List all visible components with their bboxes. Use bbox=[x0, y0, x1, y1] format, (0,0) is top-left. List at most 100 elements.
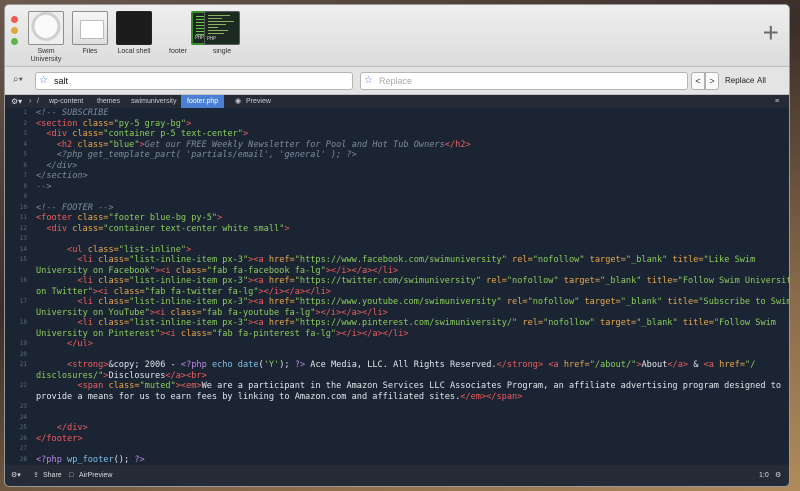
code-line[interactable]: University on Facebook"><i class="fab fa… bbox=[5, 266, 789, 277]
code-token: "_blank" bbox=[600, 276, 642, 286]
code-line[interactable]: provide a means for us to earn fees by l… bbox=[5, 392, 789, 403]
code-line[interactable]: 1 <!-- SUBSCRIBE bbox=[5, 108, 789, 119]
replace-button[interactable]: Replace bbox=[725, 72, 754, 90]
code-text: <div class="container text-center white … bbox=[36, 223, 289, 235]
find-input[interactable]: ☆ salt bbox=[35, 72, 353, 90]
code-line[interactable]: on Twitter"><i class="fab fa-twitter fa-… bbox=[5, 287, 789, 298]
code-line[interactable]: 3 <div class="container p-5 text-center"… bbox=[5, 129, 789, 140]
replace-input[interactable]: ☆ Replace bbox=[360, 72, 688, 90]
code-line[interactable]: 25 </div> bbox=[5, 423, 789, 434]
zoom-window-button[interactable] bbox=[11, 38, 18, 45]
code-token: "muted" bbox=[139, 381, 176, 391]
code-token: </footer> bbox=[36, 433, 83, 444]
code-line[interactable]: 9 bbox=[5, 192, 789, 203]
code-line[interactable]: 4 <h2 class="blue">Get our FREE Weekly N… bbox=[5, 140, 789, 151]
find-previous-button[interactable]: < bbox=[691, 72, 705, 90]
line-number: 3 bbox=[23, 130, 27, 137]
code-line[interactable]: 15 <li class="list-inline-item px-3"><a … bbox=[5, 255, 789, 266]
line-number: 22 bbox=[19, 382, 27, 389]
code-line[interactable]: 8 --> bbox=[5, 182, 789, 193]
gear-icon[interactable]: ⚙▾ bbox=[11, 465, 21, 486]
code-line[interactable]: 22 <span class="muted"><em>We are a part… bbox=[5, 381, 789, 392]
workspace-files[interactable]: Files bbox=[71, 11, 109, 65]
line-number: 18 bbox=[19, 319, 27, 326]
workspace-thumbnail bbox=[28, 11, 64, 45]
code-token: "fab fa-facebook fa-lg" bbox=[206, 265, 326, 276]
code-token: target= bbox=[558, 276, 601, 286]
code-line[interactable]: 2 <section class="py-5 gray-bg"> bbox=[5, 119, 789, 130]
code-token: ?> bbox=[134, 454, 145, 465]
code-token: <div bbox=[46, 223, 73, 234]
star-icon[interactable]: ☆ bbox=[364, 73, 373, 89]
preview-tab[interactable]: Preview bbox=[246, 95, 271, 108]
code-line[interactable]: 21 <strong>&copy; 2006 - <?php echo date… bbox=[5, 360, 789, 371]
split-view-icon[interactable]: ≡ bbox=[775, 95, 779, 108]
workspace-code[interactable]: PHP footer bbox=[159, 11, 227, 65]
code-line[interactable]: 27 bbox=[5, 444, 789, 455]
code-token: </div> bbox=[36, 160, 78, 171]
code-line[interactable]: 12 <div class="container text-center whi… bbox=[5, 224, 789, 235]
code-text: University on Facebook"><i class="fab fa… bbox=[36, 266, 398, 277]
code-token: "fab fa-twitter fa-lg" bbox=[144, 286, 259, 297]
breadcrumb-themes[interactable]: themes bbox=[97, 95, 120, 108]
line-number: 28 bbox=[19, 455, 27, 463]
code-token: <section bbox=[36, 118, 83, 129]
workspace-thumbnail bbox=[116, 11, 152, 45]
code-text: <!-- SUBSCRIBE bbox=[36, 108, 108, 119]
share-button[interactable]: Share bbox=[43, 465, 62, 486]
code-line[interactable]: 17 <li class="list-inline-item px-3"><a … bbox=[5, 297, 789, 308]
code-line[interactable]: 13 bbox=[5, 234, 789, 245]
code-text: <div class="container p-5 text-center"> bbox=[36, 129, 248, 140]
code-text: disclosures/">Disclosures</a><br> bbox=[36, 371, 207, 382]
code-token: <ul bbox=[67, 244, 88, 255]
code-line[interactable]: 5 <?php get_template_part( 'partials/ema… bbox=[5, 150, 789, 161]
breadcrumb-active-file[interactable]: footer.php bbox=[181, 95, 225, 108]
code-token: > bbox=[186, 244, 192, 255]
code-token: target= bbox=[584, 255, 626, 265]
line-number: 23 bbox=[19, 403, 27, 410]
code-line[interactable]: University on Pinterest"><i class="fab f… bbox=[5, 329, 789, 340]
breadcrumb-wp-content[interactable]: wp-content bbox=[49, 95, 83, 108]
code-text: <li class="list-inline-item px-3"><a hre… bbox=[36, 276, 789, 287]
breadcrumb-root[interactable]: / bbox=[37, 95, 39, 108]
add-workspace-button[interactable]: + bbox=[763, 19, 779, 47]
workspace-shell[interactable]: Local shell bbox=[115, 11, 153, 65]
replace-all-button[interactable]: All bbox=[757, 72, 766, 90]
breadcrumb-swimuniversity[interactable]: swimuniversity bbox=[131, 95, 177, 108]
code-token: "nofollow" bbox=[527, 297, 580, 307]
code-line[interactable]: 7 </section> bbox=[5, 171, 789, 182]
code-line[interactable]: University on YouTube"><i class="fab fa-… bbox=[5, 308, 789, 319]
code-line[interactable]: 20 bbox=[5, 350, 789, 361]
code-token: ></i></a></li> bbox=[336, 328, 409, 339]
star-icon[interactable]: ☆ bbox=[39, 73, 48, 89]
airpreview-button[interactable]: AirPreview bbox=[79, 465, 112, 486]
code-line[interactable]: 6 </div> bbox=[5, 161, 789, 172]
workspace-code2[interactable]: PHP single bbox=[203, 11, 241, 65]
code-line[interactable]: 28 <?php wp_footer(); ?> bbox=[5, 455, 789, 466]
code-line[interactable]: 10 <!-- FOOTER --> bbox=[5, 203, 789, 214]
code-line[interactable]: disclosures/">Disclosures</a><br> bbox=[5, 371, 789, 382]
find-next-button[interactable]: > bbox=[705, 72, 719, 90]
share-icon: ⇪ bbox=[33, 472, 39, 479]
code-line[interactable]: 23 bbox=[5, 402, 789, 413]
code-line[interactable]: 14 <ul class="list-inline"> bbox=[5, 245, 789, 256]
settings-icon[interactable]: ⚙ bbox=[775, 465, 781, 486]
search-icon[interactable]: ⌕▾ bbox=[13, 74, 23, 85]
code-token: "_blank" bbox=[620, 297, 663, 307]
code-line[interactable]: 16 <li class="list-inline-item px-3"><a … bbox=[5, 276, 789, 287]
code-line[interactable]: 19 </ul> bbox=[5, 339, 789, 350]
close-window-button[interactable] bbox=[11, 16, 18, 23]
code-text: University on Pinterest"><i class="fab f… bbox=[36, 329, 409, 340]
code-line[interactable]: 11 <footer class="footer blue-bg py-5"> bbox=[5, 213, 789, 224]
settings-icon[interactable]: ⚙▾ bbox=[11, 95, 22, 108]
minimize-window-button[interactable] bbox=[11, 27, 18, 34]
workspace-swim[interactable]: Swim University bbox=[27, 11, 65, 65]
code-editor[interactable]: 1 <!-- SUBSCRIBE 2 <section class="py-5 gra… bbox=[5, 108, 789, 467]
code-line[interactable]: 26 </footer> bbox=[5, 434, 789, 445]
code-token: <a bbox=[703, 360, 720, 370]
code-line[interactable]: 24 bbox=[5, 413, 789, 424]
code-line[interactable]: 18 <li class="list-inline-item px-3"><a … bbox=[5, 318, 789, 329]
